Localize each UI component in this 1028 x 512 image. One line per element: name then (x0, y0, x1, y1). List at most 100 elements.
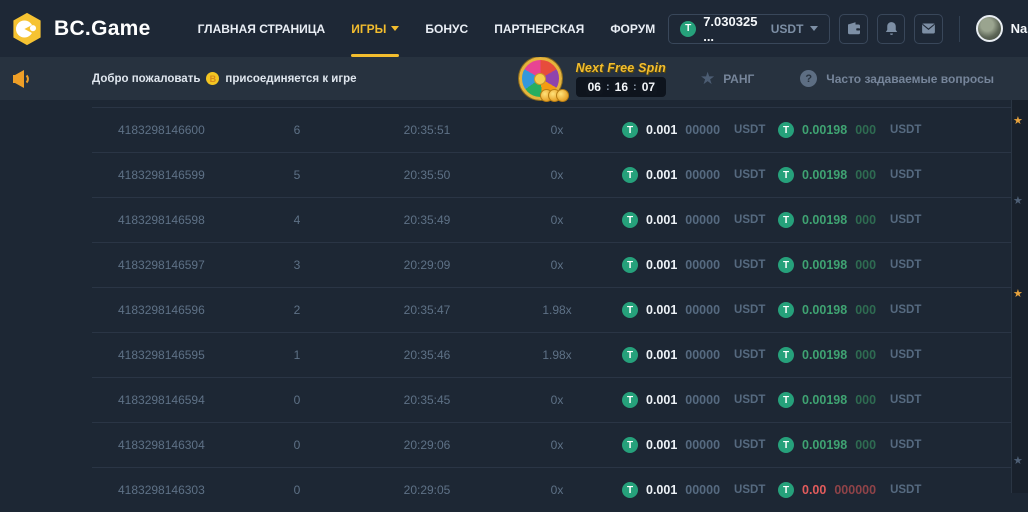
nav-item-label: БОНУС (425, 22, 468, 36)
tether-icon: T (778, 302, 794, 318)
megaphone-icon (10, 67, 34, 91)
bet-amount-value-zeros: 00000 (685, 438, 720, 452)
bet-id-cell: 4183298146303 (92, 483, 242, 497)
brand-name: BC.Game (54, 17, 151, 41)
time-cell: 20:35:49 (352, 213, 502, 227)
timer-colon: : (606, 81, 610, 93)
payout-amount-currency: USDT (890, 349, 921, 361)
round-cell: 6 (242, 123, 352, 137)
table-row[interactable]: 4183298146303020:29:050xT0.00100000USDTT… (92, 467, 1012, 512)
user-menu[interactable]: Nashka (976, 15, 1028, 42)
bet-id-cell: 4183298146599 (92, 168, 242, 182)
payout-amount-value: 0.00198 (802, 123, 847, 137)
table-row[interactable]: 4183298146595120:35:461.98xT0.00100000US… (92, 332, 1012, 377)
multiplier-cell: 1.98x (502, 348, 612, 362)
payout-amount-value: 0.00198 (802, 438, 847, 452)
nav-item-bonus[interactable]: БОНУС (412, 0, 481, 57)
payout-amount: T0.00198000USDT (768, 167, 1012, 183)
time-cell: 20:35:47 (352, 303, 502, 317)
messages-button[interactable] (914, 14, 942, 44)
avatar (976, 15, 1003, 42)
bet-amount-currency: USDT (734, 304, 765, 316)
tether-icon: T (778, 437, 794, 453)
round-cell: 0 (242, 483, 352, 497)
payout-amount-value-zeros: 000 (855, 213, 876, 227)
nav-item-label: ПАРТНЕРСКАЯ (494, 22, 584, 36)
bet-amount-group: T0.00100000USDT (622, 167, 768, 183)
table-row[interactable]: 4183298146597320:29:090xT0.00100000USDTT… (92, 242, 1012, 287)
bet-amount: T0.00100000USDT (612, 392, 768, 408)
bet-amount-value: 0.001 (646, 483, 677, 497)
bet-amount-value: 0.001 (646, 213, 677, 227)
round-cell: 2 (242, 303, 352, 317)
payout-amount-group: T0.00198000USDT (778, 302, 1012, 318)
payout-amount-group: T0.00000000USDT (778, 482, 1012, 498)
bet-amount-value-zeros: 00000 (685, 213, 720, 227)
bet-amount-value: 0.001 (646, 438, 677, 452)
wallet-button[interactable] (839, 14, 867, 44)
table-row[interactable]: 4183298146304020:29:060xT0.00100000USDTT… (92, 422, 1012, 467)
bet-amount: T0.00100000USDT (612, 167, 768, 183)
payout-amount-group: T0.00198000USDT (778, 212, 1012, 228)
nav-item-games[interactable]: ИГРЫ (338, 0, 412, 57)
bet-amount-value-zeros: 00000 (685, 483, 720, 497)
nav-item-label: ИГРЫ (351, 22, 386, 36)
tether-icon: T (778, 212, 794, 228)
bet-amount-value-zeros: 00000 (685, 348, 720, 362)
round-cell: 1 (242, 348, 352, 362)
free-spin-widget[interactable]: Next Free Spin 06 : 16 : 07 (519, 57, 666, 100)
bet-amount-currency: USDT (734, 259, 765, 271)
round-cell: 0 (242, 393, 352, 407)
faq-label: Часто задаваемые вопросы (826, 72, 994, 86)
bet-amount-currency: USDT (734, 124, 765, 136)
balance-selector[interactable]: T 7.030325 ... USDT (668, 14, 830, 44)
multiplier-cell: 0x (502, 438, 612, 452)
chat-panel-edge[interactable]: ★★★★ (1011, 100, 1028, 493)
announcement-text: Добро пожаловать B присоединяется к игре (92, 72, 357, 85)
rank-link[interactable]: ★ РАНГ (700, 70, 754, 87)
round-cell: 0 (242, 438, 352, 452)
announcement: Добро пожаловать B присоединяется к игре (10, 67, 357, 91)
tether-icon: T (622, 437, 638, 453)
spin-info: Next Free Spin 06 : 16 : 07 (576, 61, 666, 97)
coin-icon: B (206, 72, 219, 85)
bet-amount-value: 0.001 (646, 393, 677, 407)
bet-id-cell: 4183298146598 (92, 213, 242, 227)
bet-amount: T0.00100000USDT (612, 122, 768, 138)
nav-item-home[interactable]: ГЛАВНАЯ СТРАНИЦА (185, 0, 339, 57)
payout-amount-currency: USDT (890, 124, 921, 136)
nav-item-label: ГЛАВНАЯ СТРАНИЦА (198, 22, 326, 36)
nav-item-forum[interactable]: ФОРУМ (597, 0, 668, 57)
tether-icon: T (622, 347, 638, 363)
spin-title: Next Free Spin (576, 61, 666, 75)
tether-icon: T (622, 167, 638, 183)
star-icon: ★ (1013, 456, 1023, 467)
star-icon: ★ (1013, 196, 1023, 207)
round-cell: 5 (242, 168, 352, 182)
table-row[interactable]: 4183298146596220:35:471.98xT0.00100000US… (92, 287, 1012, 332)
payout-amount-currency: USDT (890, 439, 921, 451)
bet-amount: T0.00100000USDT (612, 257, 768, 273)
bet-id-cell: 4183298146597 (92, 258, 242, 272)
bet-amount-value-zeros: 00000 (685, 258, 720, 272)
table-row[interactable]: 4183298146600620:35:510xT0.00100000USDTT… (92, 107, 1012, 152)
table-row[interactable]: 4183298146599520:35:500xT0.00100000USDTT… (92, 152, 1012, 197)
nav-item-affiliate[interactable]: ПАРТНЕРСКАЯ (481, 0, 597, 57)
payout-amount-value: 0.00198 (802, 348, 847, 362)
brand-logo[interactable]: BC.Game (10, 12, 151, 46)
bet-amount-group: T0.00100000USDT (622, 257, 768, 273)
bet-amount-value-zeros: 00000 (685, 168, 720, 182)
star-icon: ★ (1013, 116, 1023, 127)
payout-amount: T0.00198000USDT (768, 437, 1012, 453)
table-row[interactable]: 4183298146594020:35:450xT0.00100000USDTT… (92, 377, 1012, 422)
table-row[interactable]: 4183298146598420:35:490xT0.00100000USDTT… (92, 197, 1012, 242)
payout-amount-value-zeros: 000 (855, 258, 876, 272)
balance-amount: 7.030325 ... (703, 14, 764, 44)
envelope-icon (920, 20, 937, 37)
payout-amount-value-zeros: 000 (855, 393, 876, 407)
bet-amount-currency: USDT (734, 484, 765, 496)
bet-amount-value-zeros: 00000 (685, 303, 720, 317)
payout-amount-value: 0.00198 (802, 258, 847, 272)
notifications-button[interactable] (877, 14, 905, 44)
faq-link[interactable]: ? Часто задаваемые вопросы (800, 70, 994, 87)
